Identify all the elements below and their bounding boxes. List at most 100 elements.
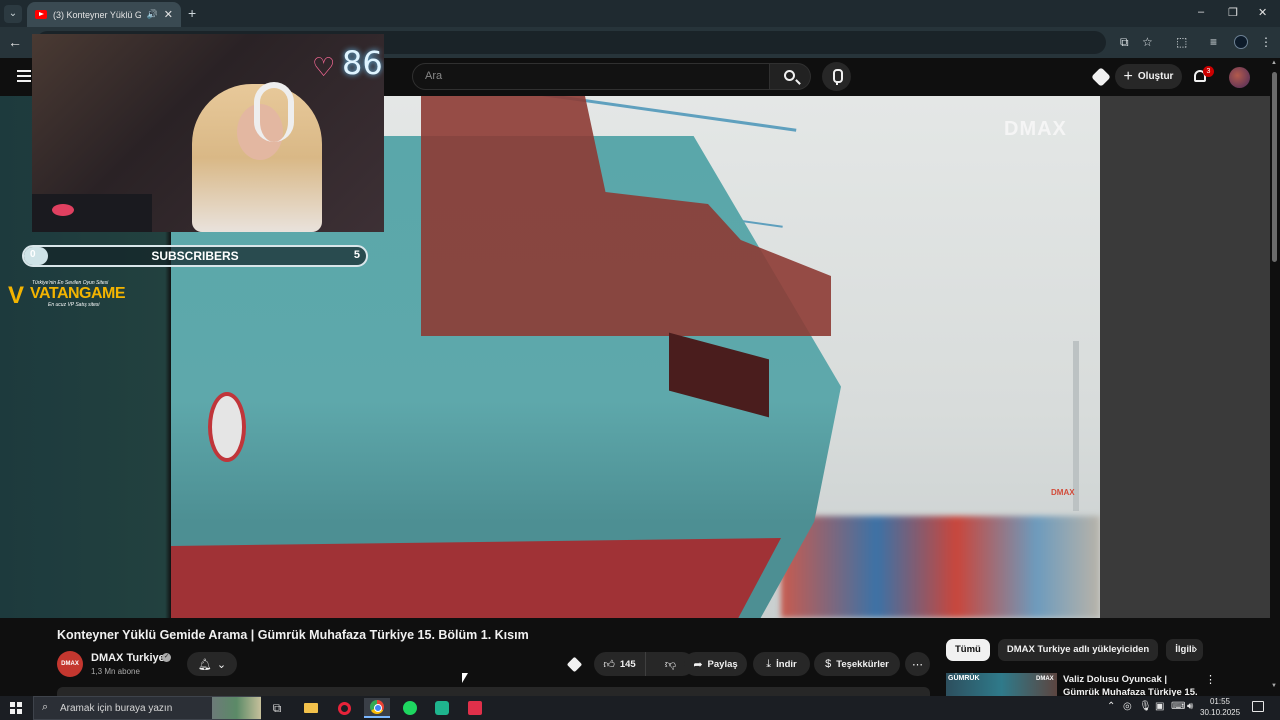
chevron-down-icon: ⌄: [216, 658, 227, 671]
description-box[interactable]: [57, 687, 930, 696]
bookmark-star-icon[interactable]: ☆: [1142, 35, 1153, 49]
microphone-icon[interactable]: 🎙︎: [1139, 701, 1152, 712]
video-no-sign: [208, 392, 246, 462]
like-dislike-group: 👍︎ 145 👎︎: [594, 652, 694, 676]
page-scrollbar[interactable]: ▲ ▼: [1270, 58, 1280, 696]
download-icon: ⤓: [766, 657, 772, 670]
thumbs-down-icon: 👎︎: [664, 658, 677, 671]
more-dots-icon: ⋯: [912, 658, 923, 671]
volume-icon[interactable]: 🔊︎: [1187, 701, 1193, 712]
plus-icon: +: [1123, 67, 1133, 85]
search-box[interactable]: Ara: [412, 63, 770, 90]
like-button[interactable]: 👍︎ 145: [594, 652, 646, 676]
watch-metadata: Konteyner Yüklü Gemide Arama | Gümrük Mu…: [0, 618, 1270, 696]
chip-all[interactable]: Tümü: [946, 639, 990, 661]
notification-badge: 3: [1203, 66, 1214, 77]
subscriber-goal-target: 5: [353, 249, 360, 261]
subscription-bell-button[interactable]: 🔔︎ ⌄: [187, 652, 237, 676]
windows-start-icon[interactable]: [10, 702, 22, 714]
file-explorer-icon[interactable]: [298, 698, 324, 718]
webcam-overlay: ♡ 86: [32, 34, 384, 232]
video-containers: [781, 516, 1100, 618]
video-hull-red-stripe: [171, 538, 781, 618]
ai-sparkle-icon[interactable]: [1091, 67, 1111, 87]
recommendation-menu-icon[interactable]: ⋮: [1205, 673, 1216, 686]
restore-button[interactable]: ❐: [1228, 6, 1238, 19]
verified-check-icon: ✓: [162, 653, 171, 662]
share-arrow-icon: ➦: [693, 658, 703, 671]
create-label: Oluştur: [1137, 71, 1174, 82]
chrome-icon[interactable]: [364, 698, 390, 718]
screen: ⌄ (3) Konteyner Yüklü Gemide Arama | Güm…: [0, 0, 1280, 720]
sponsor-logo: V Türkiye'nin En Sevilen Oyun Sitesi VAT…: [8, 280, 153, 309]
browser-menu-icon[interactable]: ⋮: [1260, 35, 1272, 49]
minimize-button[interactable]: –: [1198, 6, 1204, 18]
extensions-icon[interactable]: ⬚: [1176, 35, 1187, 49]
bell-icon: 🔔︎: [197, 658, 212, 671]
dmax-corner-logo: DMAX: [1051, 488, 1075, 497]
notification-center-icon[interactable]: [1252, 701, 1264, 712]
sponsor-name: VATANGAME: [30, 285, 126, 302]
install-app-icon[interactable]: ⧉: [1120, 35, 1129, 50]
tray-expand-icon[interactable]: ⌃: [1107, 701, 1115, 712]
sponsor-subtext: En ucuz VP Satış sitesi: [48, 302, 100, 308]
windows-taskbar: ⌕ Aramak için buraya yazın ⧉ ⌃ ◎ 🎙︎ ▣ ⌨ …: [0, 696, 1280, 720]
red-app-icon[interactable]: [462, 698, 488, 718]
back-arrow-icon[interactable]: ←: [8, 34, 22, 50]
recommendation-chips: Tümü DMAX Turkiye adlı yükleyiciden İlgi…: [946, 639, 1204, 661]
opera-icon[interactable]: [331, 698, 357, 718]
channel-name[interactable]: DMAX Turkiye: [91, 652, 165, 664]
taskbar-clock[interactable]: 01:55 30.10.2025: [1200, 696, 1240, 718]
audio-playing-icon[interactable]: 🔊: [147, 9, 158, 20]
recommendation-thumbnail[interactable]: GÜMRÜK DMAX: [946, 673, 1057, 696]
thanks-button[interactable]: $ Teşekkürler: [814, 652, 900, 676]
new-tab-button[interactable]: +: [188, 5, 196, 21]
tray-app-icon[interactable]: ◎: [1123, 701, 1132, 712]
browser-tab-bar: ⌄ (3) Konteyner Yüklü Gemide Arama | Güm…: [0, 0, 1280, 27]
streaming-app-icon[interactable]: [429, 698, 455, 718]
media-control-icon[interactable]: ≡: [1210, 35, 1217, 49]
account-avatar[interactable]: [1229, 67, 1250, 88]
tray-display-icon[interactable]: ▣: [1155, 701, 1164, 712]
search-button[interactable]: [770, 63, 811, 90]
download-button[interactable]: ⤓ İndir: [753, 652, 810, 676]
ask-ai-icon[interactable]: [566, 656, 583, 673]
recommendation-thumb-logo: DMAX: [1036, 676, 1054, 682]
mouse-cursor-icon: [462, 673, 468, 683]
scrollbar-thumb[interactable]: [1272, 72, 1277, 262]
voice-search-icon[interactable]: [822, 62, 851, 91]
headset-icon: [254, 82, 294, 142]
more-actions-button[interactable]: ⋯: [905, 652, 930, 676]
scroll-up-icon[interactable]: ▲: [1271, 60, 1277, 66]
close-window-button[interactable]: ✕: [1258, 6, 1267, 19]
create-button[interactable]: + Oluştur: [1115, 64, 1182, 89]
video-title: Konteyner Yüklü Gemide Arama | Gümrük Mu…: [57, 628, 529, 642]
download-label: İndir: [776, 658, 797, 670]
active-tab[interactable]: (3) Konteyner Yüklü Gemide Arama | Gümrü…: [27, 2, 181, 27]
profile-avatar[interactable]: [1234, 35, 1248, 49]
scroll-down-icon[interactable]: ▼: [1271, 683, 1277, 689]
menu-icon[interactable]: [17, 70, 31, 82]
task-view-icon[interactable]: ⧉: [264, 698, 290, 718]
webcam-keyboard: [32, 194, 152, 232]
share-button[interactable]: ➦ Paylaş: [684, 652, 747, 676]
clock-date: 30.10.2025: [1200, 708, 1241, 717]
tab-search-button[interactable]: ⌄: [4, 5, 22, 23]
recommendation-title[interactable]: Valiz Dolusu Oyuncak | Gümrük Muhafaza T…: [1063, 673, 1198, 696]
network-icon[interactable]: ⌨: [1171, 701, 1185, 712]
youtube-favicon-icon: [35, 10, 47, 19]
webcam-mouse-light: [52, 204, 74, 216]
spotify-icon[interactable]: [397, 698, 423, 718]
chevron-right-icon[interactable]: ›: [1193, 641, 1197, 656]
like-count: 145: [619, 658, 636, 670]
clock-time: 01:55: [1209, 697, 1231, 706]
chip-related[interactable]: İlgili: [1166, 639, 1204, 661]
channel-avatar[interactable]: DMAX: [57, 651, 83, 677]
taskbar-search[interactable]: ⌕ Aramak için buraya yazın: [33, 696, 261, 720]
sponsor-v-icon: V: [8, 282, 25, 309]
search-icon: ⌕: [42, 701, 49, 713]
close-tab-icon[interactable]: ✕: [164, 8, 173, 21]
search-input[interactable]: Ara: [425, 70, 442, 82]
chip-from-uploader[interactable]: DMAX Turkiye adlı yükleyiciden: [997, 639, 1159, 661]
taskbar-search-input[interactable]: Aramak için buraya yazın: [60, 703, 172, 714]
